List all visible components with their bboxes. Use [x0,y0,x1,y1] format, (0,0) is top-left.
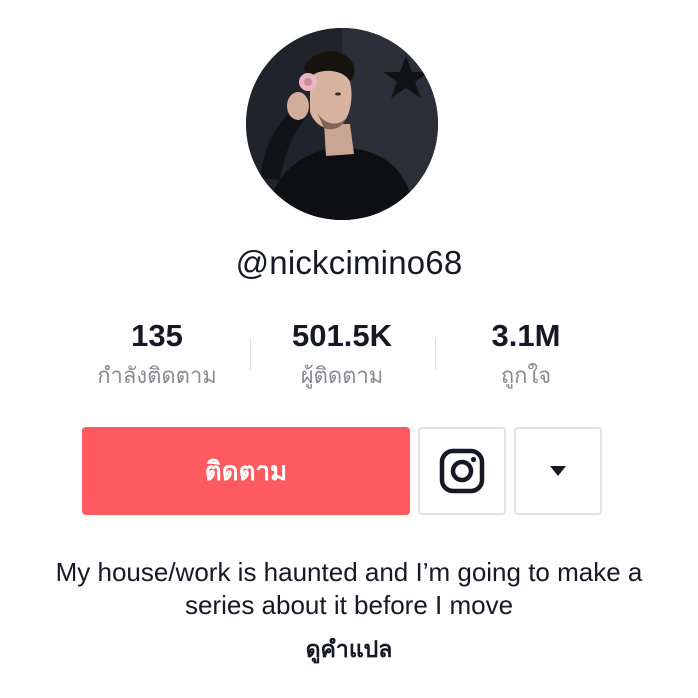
profile-page: @nickcimino68 135 กำลังติดตาม 501.5K ผู้… [0,0,698,698]
stat-divider [250,338,251,370]
see-translation-link[interactable]: ดูคำแปล [0,632,698,668]
follow-button[interactable]: ติดตาม [82,427,410,515]
stat-label: กำลังติดตาม [97,363,217,388]
instagram-icon [439,448,485,494]
avatar[interactable] [246,28,438,220]
instagram-button[interactable] [418,427,506,515]
stat-followers[interactable]: 501.5K ผู้ติดตาม [252,316,432,390]
stat-label: ผู้ติดตาม [300,363,384,388]
stat-label: ถูกใจ [500,363,552,388]
avatar-photo [246,28,438,220]
stat-value: 501.5K [292,318,392,353]
bio-text: My house/work is haunted and I’m going t… [0,556,698,622]
stat-following[interactable]: 135 กำลังติดตาม [67,316,247,390]
stat-value: 3.1M [491,318,561,353]
caret-down-icon [550,466,566,476]
bio-line: series about it before I move [184,590,514,620]
bio-line: My house/work is haunted and I’m going t… [55,557,643,587]
username: @nickcimino68 [235,244,463,281]
stat-value: 135 [131,318,183,353]
more-options-button[interactable] [514,427,602,515]
stat-likes[interactable]: 3.1M ถูกใจ [436,316,616,390]
